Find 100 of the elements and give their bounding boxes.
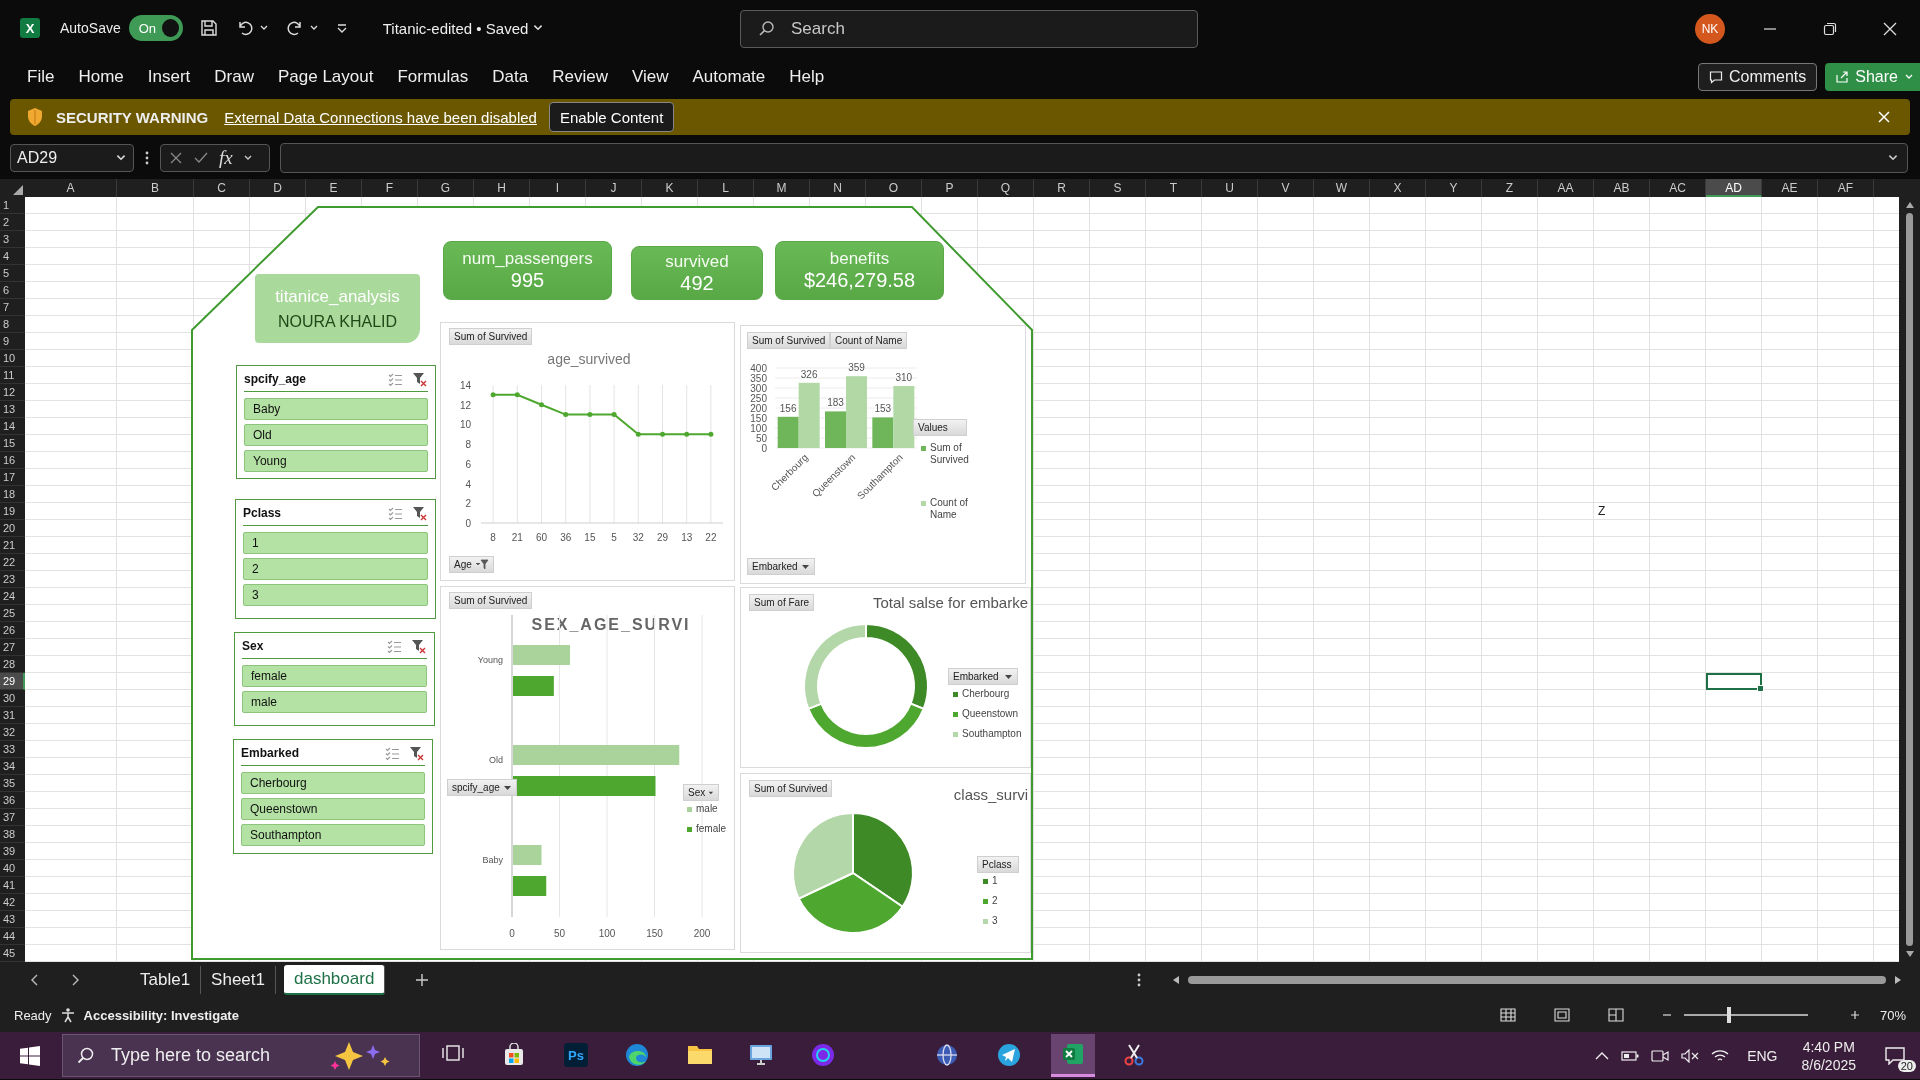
clear-filter-icon[interactable] xyxy=(412,505,428,521)
search-field[interactable]: Search xyxy=(740,10,1198,48)
normal-view-icon[interactable] xyxy=(1499,1008,1516,1022)
save-icon[interactable] xyxy=(198,18,219,38)
menu-item[interactable]: Home xyxy=(78,67,124,87)
chevron-up-icon[interactable] xyxy=(1595,1050,1610,1061)
multi-select-icon[interactable] xyxy=(388,506,402,520)
column-header[interactable]: AD xyxy=(1706,179,1762,197)
scroll-left-icon[interactable] xyxy=(1172,975,1180,985)
more-icon[interactable] xyxy=(1136,972,1142,988)
zoom-in-icon[interactable] xyxy=(1849,1010,1860,1020)
muted-speaker-icon[interactable] xyxy=(1681,1048,1700,1063)
row-header[interactable]: 29 xyxy=(0,673,25,690)
check-icon[interactable] xyxy=(193,151,209,165)
camera-icon[interactable] xyxy=(1651,1048,1670,1063)
zoom-level[interactable]: 70% xyxy=(1879,1007,1906,1023)
value-field-button[interactable]: Sum of Fare xyxy=(749,594,815,611)
globe-icon[interactable] xyxy=(935,1043,959,1067)
legend-field-button[interactable]: Embarked xyxy=(948,668,1018,685)
horizontal-scrollbar[interactable] xyxy=(1172,975,1902,985)
slicer-item[interactable]: Old xyxy=(244,424,428,446)
zoom-slider-thumb[interactable] xyxy=(1726,1007,1731,1023)
select-all-icon[interactable] xyxy=(13,185,23,195)
insert-function-button[interactable]: fx xyxy=(219,147,233,169)
slicer-item[interactable]: male xyxy=(242,691,427,713)
language-indicator[interactable]: ENG xyxy=(1747,1047,1778,1064)
value-field-button[interactable]: Sum of Survived xyxy=(749,780,833,797)
add-sheet-icon[interactable] xyxy=(415,973,430,987)
sheet-tab[interactable]: Sheet1 xyxy=(201,966,276,994)
value-field-button[interactable]: Sum of Survived xyxy=(449,592,533,609)
slicer-item[interactable]: 1 xyxy=(243,532,428,554)
scroll-right-icon[interactable] xyxy=(1894,975,1902,985)
formula-field[interactable] xyxy=(280,143,1908,173)
slicer-item[interactable]: 3 xyxy=(243,584,428,606)
photoshop-icon[interactable]: Ps xyxy=(564,1043,588,1067)
close-icon[interactable] xyxy=(1883,22,1897,36)
user-avatar[interactable]: NK xyxy=(1695,14,1725,44)
computer-icon[interactable] xyxy=(748,1043,774,1067)
slicer-item[interactable]: Young xyxy=(244,450,428,472)
page-layout-icon[interactable] xyxy=(1553,1008,1570,1022)
menu-item[interactable]: Insert xyxy=(147,67,191,87)
windows-icon[interactable] xyxy=(20,1045,40,1066)
clear-filter-icon[interactable] xyxy=(412,371,428,387)
name-box[interactable]: AD29 xyxy=(10,144,134,172)
comments-button[interactable]: Comments xyxy=(1697,63,1818,91)
legend-field-button[interactable]: Pclass xyxy=(977,856,1019,873)
accessibility-icon[interactable] xyxy=(59,1007,76,1023)
warning-link[interactable]: External Data Connections have been disabled xyxy=(224,108,537,126)
menu-item[interactable]: Help xyxy=(789,67,825,87)
folder-icon[interactable] xyxy=(687,1043,713,1065)
legend-title-button[interactable]: Values xyxy=(913,419,967,436)
sheet-tab[interactable]: dashboard xyxy=(284,965,386,995)
menu-item[interactable]: Page Layout xyxy=(277,67,374,87)
menu-item[interactable]: Draw xyxy=(214,67,254,87)
slicer-item[interactable]: female xyxy=(242,665,427,687)
menu-item[interactable]: Automate xyxy=(692,67,766,87)
value-field-button[interactable]: Sum of Survived xyxy=(449,328,533,345)
taskbar-search-field[interactable]: Type here to search xyxy=(62,1034,420,1077)
value-field-button[interactable]: Sum of Survived xyxy=(747,332,831,349)
clock-time[interactable]: 4:40 PM xyxy=(1802,1038,1855,1055)
clear-filter-icon[interactable] xyxy=(409,745,425,761)
slicer-item[interactable]: Cherbourg xyxy=(241,772,425,794)
clear-filter-icon[interactable] xyxy=(411,638,427,654)
cancel-icon[interactable] xyxy=(169,151,183,165)
wifi-icon[interactable] xyxy=(1711,1048,1730,1063)
previous-sheet-icon[interactable] xyxy=(30,973,40,987)
autosave-toggle[interactable]: On xyxy=(128,15,183,41)
menu-item[interactable]: View xyxy=(631,67,669,87)
taskbar-search-input[interactable]: Type here to search xyxy=(109,1044,313,1067)
sheet-tab[interactable]: Table1 xyxy=(130,966,202,994)
page-break-icon[interactable] xyxy=(1607,1008,1624,1022)
menu-item[interactable]: File xyxy=(27,67,55,87)
taskbar-app-button[interactable] xyxy=(1051,1034,1095,1077)
app-icon[interactable] xyxy=(811,1043,835,1067)
slicer-item[interactable]: Baby xyxy=(244,398,428,420)
slicer-item[interactable]: Queenstown xyxy=(241,798,425,820)
browser-icon[interactable] xyxy=(625,1043,649,1067)
clock-date[interactable]: 8/6/2025 xyxy=(1801,1056,1856,1073)
document-title[interactable]: Titanic-edited • Saved xyxy=(382,19,529,37)
axis-field-button[interactable]: Embarked xyxy=(747,558,815,575)
scissors-icon[interactable] xyxy=(1122,1043,1146,1067)
enable-content-button[interactable]: Enable Content xyxy=(548,102,675,132)
selected-cell[interactable] xyxy=(1706,673,1762,690)
menu-item[interactable]: Data xyxy=(492,67,529,87)
restore-icon[interactable] xyxy=(1823,22,1837,36)
slicer-item[interactable]: Southampton xyxy=(241,824,425,846)
axis-field-button[interactable]: Age xyxy=(449,556,494,573)
share-button[interactable]: Share xyxy=(1825,63,1920,91)
menu-item[interactable]: Formulas xyxy=(397,67,469,87)
scroll-up-icon[interactable] xyxy=(1904,201,1915,209)
menu-item[interactable]: Review xyxy=(552,67,608,87)
battery-icon[interactable] xyxy=(1621,1049,1640,1062)
slicer-item[interactable]: 2 xyxy=(243,558,428,580)
more-icon[interactable] xyxy=(144,150,150,166)
legend-field-button[interactable]: Sex xyxy=(683,784,719,801)
axis-field-button[interactable]: spcify_age xyxy=(447,779,517,796)
paper-plane-icon[interactable] xyxy=(997,1043,1021,1067)
store-icon[interactable] xyxy=(502,1043,526,1067)
accessibility-status[interactable]: Accessibility: Investigate xyxy=(83,1007,239,1023)
value-field-button[interactable]: Count of Name xyxy=(830,332,908,349)
